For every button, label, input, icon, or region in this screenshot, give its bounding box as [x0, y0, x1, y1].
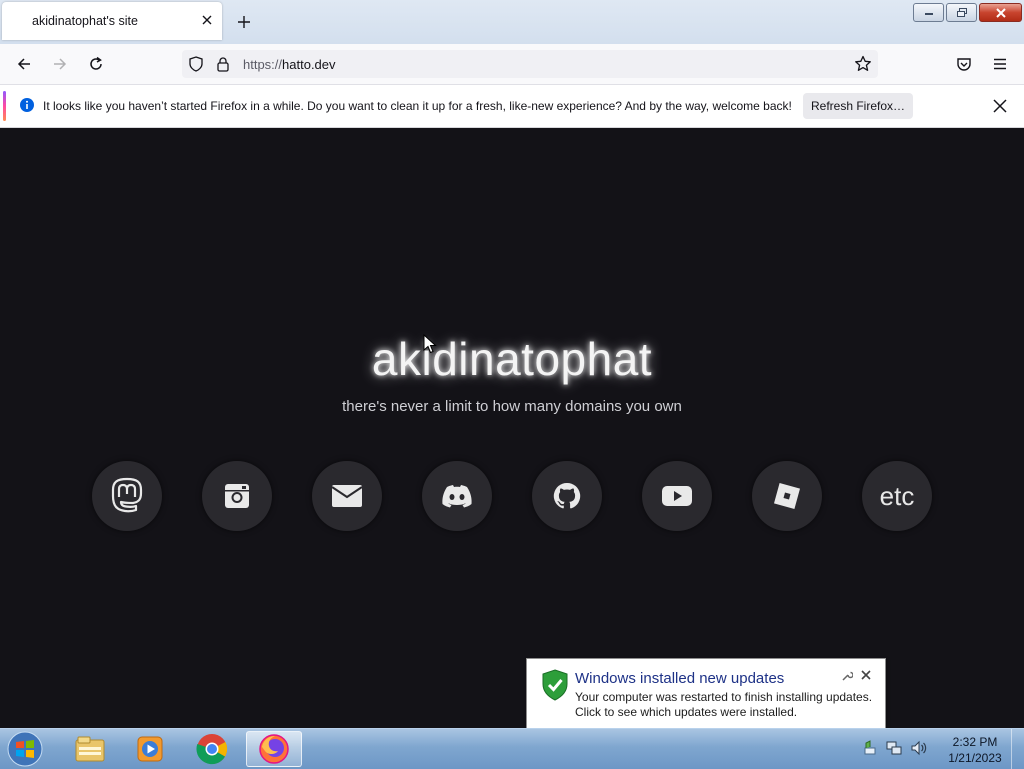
youtube-icon: [662, 486, 692, 506]
firefox-icon: [259, 734, 289, 764]
pocket-button[interactable]: [952, 52, 976, 76]
info-icon: [19, 97, 35, 116]
navigation-bar: https://hatto.dev: [0, 44, 1024, 85]
update-notification-balloon[interactable]: Windows installed new updates Your compu…: [526, 658, 886, 730]
forward-button[interactable]: [48, 52, 72, 76]
shield-check-icon: [541, 669, 569, 704]
discord-icon: [442, 485, 472, 508]
reload-icon: [90, 56, 102, 70]
plus-icon: [238, 16, 250, 28]
back-arrow-icon: [17, 58, 30, 70]
volume-icon[interactable]: [910, 740, 928, 759]
email-icon: [331, 485, 363, 507]
github-link[interactable]: [532, 461, 602, 531]
windows-start-icon: [7, 731, 43, 767]
mastodon-link[interactable]: [92, 461, 162, 531]
system-tray: [862, 733, 928, 765]
balloon-line-2: Click to see which updates were installe…: [575, 705, 798, 719]
close-icon: [995, 7, 1006, 18]
new-tab-button[interactable]: [234, 12, 254, 32]
site-subtitle: there's never a limit to how many domain…: [342, 398, 682, 415]
hamburger-menu-icon: [994, 58, 1006, 70]
wrench-icon[interactable]: [841, 670, 854, 685]
mouse-cursor-icon: [423, 333, 437, 357]
balloon-title: Windows installed new updates: [575, 670, 785, 687]
instagram-icon: [225, 484, 249, 508]
github-icon: [553, 482, 581, 509]
shield-icon[interactable]: [188, 56, 204, 75]
email-link[interactable]: [312, 461, 382, 531]
lock-icon[interactable]: [216, 56, 230, 75]
balloon-body: Your computer was restarted to finish in…: [575, 690, 872, 720]
restore-icon: [956, 7, 967, 17]
url-scheme: https://: [243, 57, 283, 72]
clock-date: 1/21/2023: [948, 751, 1002, 765]
minimize-icon: [924, 12, 933, 15]
taskbar-explorer[interactable]: [62, 731, 118, 767]
youtube-link[interactable]: [642, 461, 712, 531]
media-player-icon: [137, 736, 163, 762]
notification-accent: [3, 91, 6, 121]
url-host: hatto.dev: [282, 57, 336, 72]
taskbar-media-player[interactable]: [122, 731, 178, 767]
tab-bar: akidinatophat's site: [0, 0, 1024, 44]
start-button[interactable]: [5, 731, 45, 767]
window-controls: [913, 3, 1022, 22]
forward-arrow-icon: [54, 58, 67, 70]
taskbar: 2:32 PM 1/21/2023: [0, 728, 1024, 769]
show-desktop-button[interactable]: [1011, 729, 1024, 769]
etc-label: etc: [879, 480, 915, 511]
network-icon[interactable]: [885, 740, 903, 759]
tab-close-icon[interactable]: [198, 11, 216, 29]
roblox-link[interactable]: [752, 461, 822, 531]
clock[interactable]: 2:32 PM 1/21/2023: [940, 734, 1010, 766]
close-button[interactable]: [979, 3, 1022, 22]
notification-bar: It looks like you haven’t started Firefo…: [0, 85, 1024, 128]
restore-button[interactable]: [946, 3, 977, 22]
notification-close-icon[interactable]: [990, 96, 1010, 116]
roblox-icon: [774, 483, 800, 509]
taskbar-chrome[interactable]: [184, 731, 240, 767]
clock-time: 2:32 PM: [952, 735, 998, 749]
minimize-button[interactable]: [913, 3, 944, 22]
tab-active[interactable]: akidinatophat's site: [2, 2, 222, 40]
balloon-line-1: Your computer was restarted to finish in…: [575, 690, 873, 704]
etc-link[interactable]: etc: [862, 461, 932, 531]
site-title: akidinatophat: [371, 333, 653, 385]
refresh-firefox-button[interactable]: Refresh Firefox…: [803, 93, 913, 119]
url-text[interactable]: https://hatto.dev: [243, 57, 336, 72]
notification-message: It looks like you haven’t started Firefo…: [43, 99, 792, 113]
discord-link[interactable]: [422, 461, 492, 531]
balloon-close-icon[interactable]: [860, 668, 872, 682]
chrome-icon: [196, 734, 228, 765]
menu-button[interactable]: [988, 52, 1012, 76]
social-links: etc: [92, 461, 932, 531]
tab-title: akidinatophat's site: [32, 14, 138, 28]
url-bar[interactable]: https://hatto.dev: [182, 50, 878, 78]
action-center-flag-icon[interactable]: [862, 739, 878, 759]
windows-explorer-icon: [75, 736, 105, 762]
taskbar-firefox[interactable]: [246, 731, 302, 767]
back-button[interactable]: [12, 52, 36, 76]
mastodon-icon: [111, 477, 143, 513]
pocket-icon: [957, 58, 971, 71]
bookmark-star-icon[interactable]: [854, 55, 872, 76]
reload-button[interactable]: [84, 52, 108, 76]
instagram-link[interactable]: [202, 461, 272, 531]
page-content: akidinatophat there's never a limit to h…: [0, 128, 1024, 728]
